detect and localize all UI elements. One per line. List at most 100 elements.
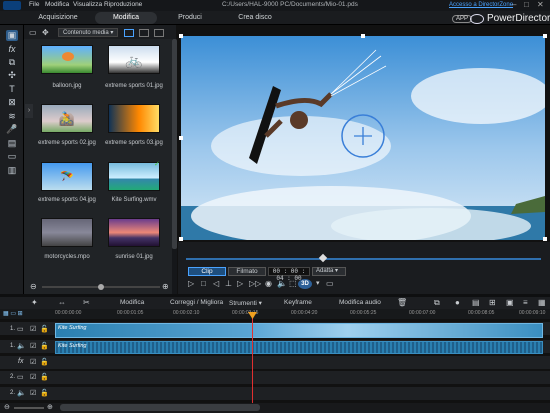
track-enable-checkbox[interactable]: ☑ [30,373,36,381]
timeline-scrollbar[interactable] [60,404,260,411]
zoom-out-icon[interactable]: ⊖ [4,403,10,411]
playback-scrubber[interactable] [186,258,541,260]
menu-edit[interactable]: Modifica [45,1,69,8]
cut-icon[interactable]: ✂ [83,298,90,307]
track-enable-checkbox[interactable]: ☑ [30,325,36,333]
track-lock-icon[interactable]: 🔓 [40,342,49,350]
thumb-kite-surfing[interactable] [108,162,160,191]
view-list-icon[interactable] [124,29,134,37]
audio-clip[interactable]: Kite Surfing [55,341,543,354]
directorzone-link[interactable]: Accesso a DirectorZone [449,2,513,8]
prev-frame-icon[interactable]: ◁ [213,279,219,288]
next-frame-icon[interactable]: ▷ [237,279,243,288]
track-enable-checkbox[interactable]: ☑ [30,389,36,397]
tab-edit[interactable]: Modifica [95,12,157,24]
thumb-motorcycles[interactable] [41,218,93,247]
resize-handle[interactable] [179,34,183,38]
track-lock-icon[interactable]: 🔓 [40,373,49,381]
tab-produce[interactable]: Produci [165,12,215,24]
timeline-settings-icon[interactable]: ▦ [538,298,546,307]
fullscreen-icon[interactable]: ⬚ [289,279,297,288]
resize-handle[interactable] [543,34,547,38]
particle-room-icon[interactable]: ✣ [6,70,18,81]
clip-mode-button[interactable]: Clip [188,267,226,276]
zoom-in-icon[interactable]: ⊕ [47,403,53,411]
track-lock-icon[interactable]: 🔓 [40,325,49,333]
import-icon[interactable]: ▭ [29,28,37,37]
resize-handle[interactable] [179,237,183,241]
thumb-extreme-sports-03[interactable] [108,104,160,133]
3d-mode-button[interactable]: 3D [298,279,312,289]
tab-capture[interactable]: Acquisizione [28,12,88,24]
movie-mode-button[interactable]: Filmato [228,267,266,276]
stabilizer-icon[interactable]: ▥ [6,165,18,176]
title-room-icon[interactable]: T [6,84,18,95]
mix-icon[interactable]: ⊞ [489,298,496,307]
subtitle-room-icon[interactable]: ▭ [6,151,18,162]
thumb-balloon[interactable] [41,45,93,74]
stop-icon[interactable]: □ [201,279,206,288]
video-clip[interactable]: Kite Surfing [55,323,543,338]
thumb-extreme-sports-04[interactable]: 🪂 [41,162,93,191]
thumb-extreme-sports-01[interactable]: 🚲 [108,45,160,74]
chapter-room-icon[interactable]: ▤ [6,138,18,149]
app-badge[interactable]: APP [452,15,473,23]
maximize-icon[interactable]: □ [524,0,529,9]
tab-disc[interactable]: Crea disco [230,12,280,24]
close-icon[interactable]: ✕ [537,0,544,9]
snapshot-icon[interactable]: ◉ [265,279,272,288]
view-details-icon[interactable] [154,29,164,37]
thumb-size-slider[interactable] [42,284,160,290]
step-icon[interactable]: ⊥ [225,279,232,288]
media-room-icon[interactable]: ▣ [6,30,18,41]
track-enable-checkbox[interactable]: ☑ [30,342,36,350]
audio-mixer-icon[interactable]: ≡ [523,298,528,307]
minimize-icon[interactable]: – [512,0,516,9]
resize-handle[interactable] [361,34,365,38]
fx-room-icon[interactable]: fx [6,44,18,55]
render-icon[interactable]: ▣ [506,298,514,307]
trash-icon[interactable]: 🗑 [397,298,407,307]
view-thumb-icon[interactable] [139,29,149,37]
zoom-in-icon[interactable]: ⊕ [162,282,169,291]
thumb-sunrise[interactable] [108,218,160,247]
tools-button[interactable]: Strumenti ▾ [229,299,262,307]
3d-dropdown-icon[interactable]: ▾ [316,279,320,287]
edit-button[interactable]: Modifica [120,299,144,306]
track-lock-icon[interactable]: 🔓 [40,358,49,366]
timeline-zoom-slider[interactable] [14,407,44,409]
playhead[interactable] [252,312,253,403]
library-filter-dropdown[interactable]: Contenuto media ▾ [58,28,118,37]
audio-edit-button[interactable]: Modifica audio [339,299,381,306]
resize-handle[interactable] [179,136,183,140]
timecode-display[interactable]: 00 : 00 : 04 : 00 [268,267,310,282]
fix-enhance-button[interactable]: Correggi / Migliora [170,299,223,306]
arrange-icon[interactable]: ✦ [31,298,38,307]
expand-panel-icon[interactable]: › [25,104,33,118]
keyframe-button[interactable]: Keyframe [284,299,312,306]
resize-handle[interactable] [543,237,547,241]
library-scrollbar[interactable] [172,39,177,295]
track-lock-icon[interactable]: 🔓 [40,389,49,397]
zoom-out-icon[interactable]: ⊖ [30,282,37,291]
pip-room-icon[interactable]: ⧉ [6,57,18,68]
thumb-extreme-sports-02[interactable]: 🚵 [41,104,93,133]
voiceover-icon[interactable]: 🎤 [6,124,18,135]
chapter-icon[interactable]: ▤ [472,298,480,307]
preview-window[interactable] [181,36,545,240]
split-icon[interactable]: ⇔ [58,298,66,307]
audio-mixing-icon[interactable]: ≋ [6,111,18,122]
fit-dropdown[interactable]: Adatta ▾ [312,267,346,276]
menu-file[interactable]: File [29,1,39,8]
track-enable-checkbox[interactable]: ☑ [30,358,36,366]
fast-forward-icon[interactable]: ▷▷ [249,279,261,288]
monitor-icon[interactable]: ▭ [326,279,334,288]
menu-view[interactable]: Visualizza [73,1,102,8]
play-icon[interactable]: ▷ [188,279,194,288]
plugin-icon[interactable]: ✥ [42,28,49,37]
transition-room-icon[interactable]: ⊠ [6,97,18,108]
duplicate-icon[interactable]: ⧉ [434,298,440,308]
record-voice-icon[interactable]: ● [455,298,460,307]
menu-play[interactable]: Riproduzione [104,1,142,8]
volume-icon[interactable]: 🔈 [277,279,287,288]
